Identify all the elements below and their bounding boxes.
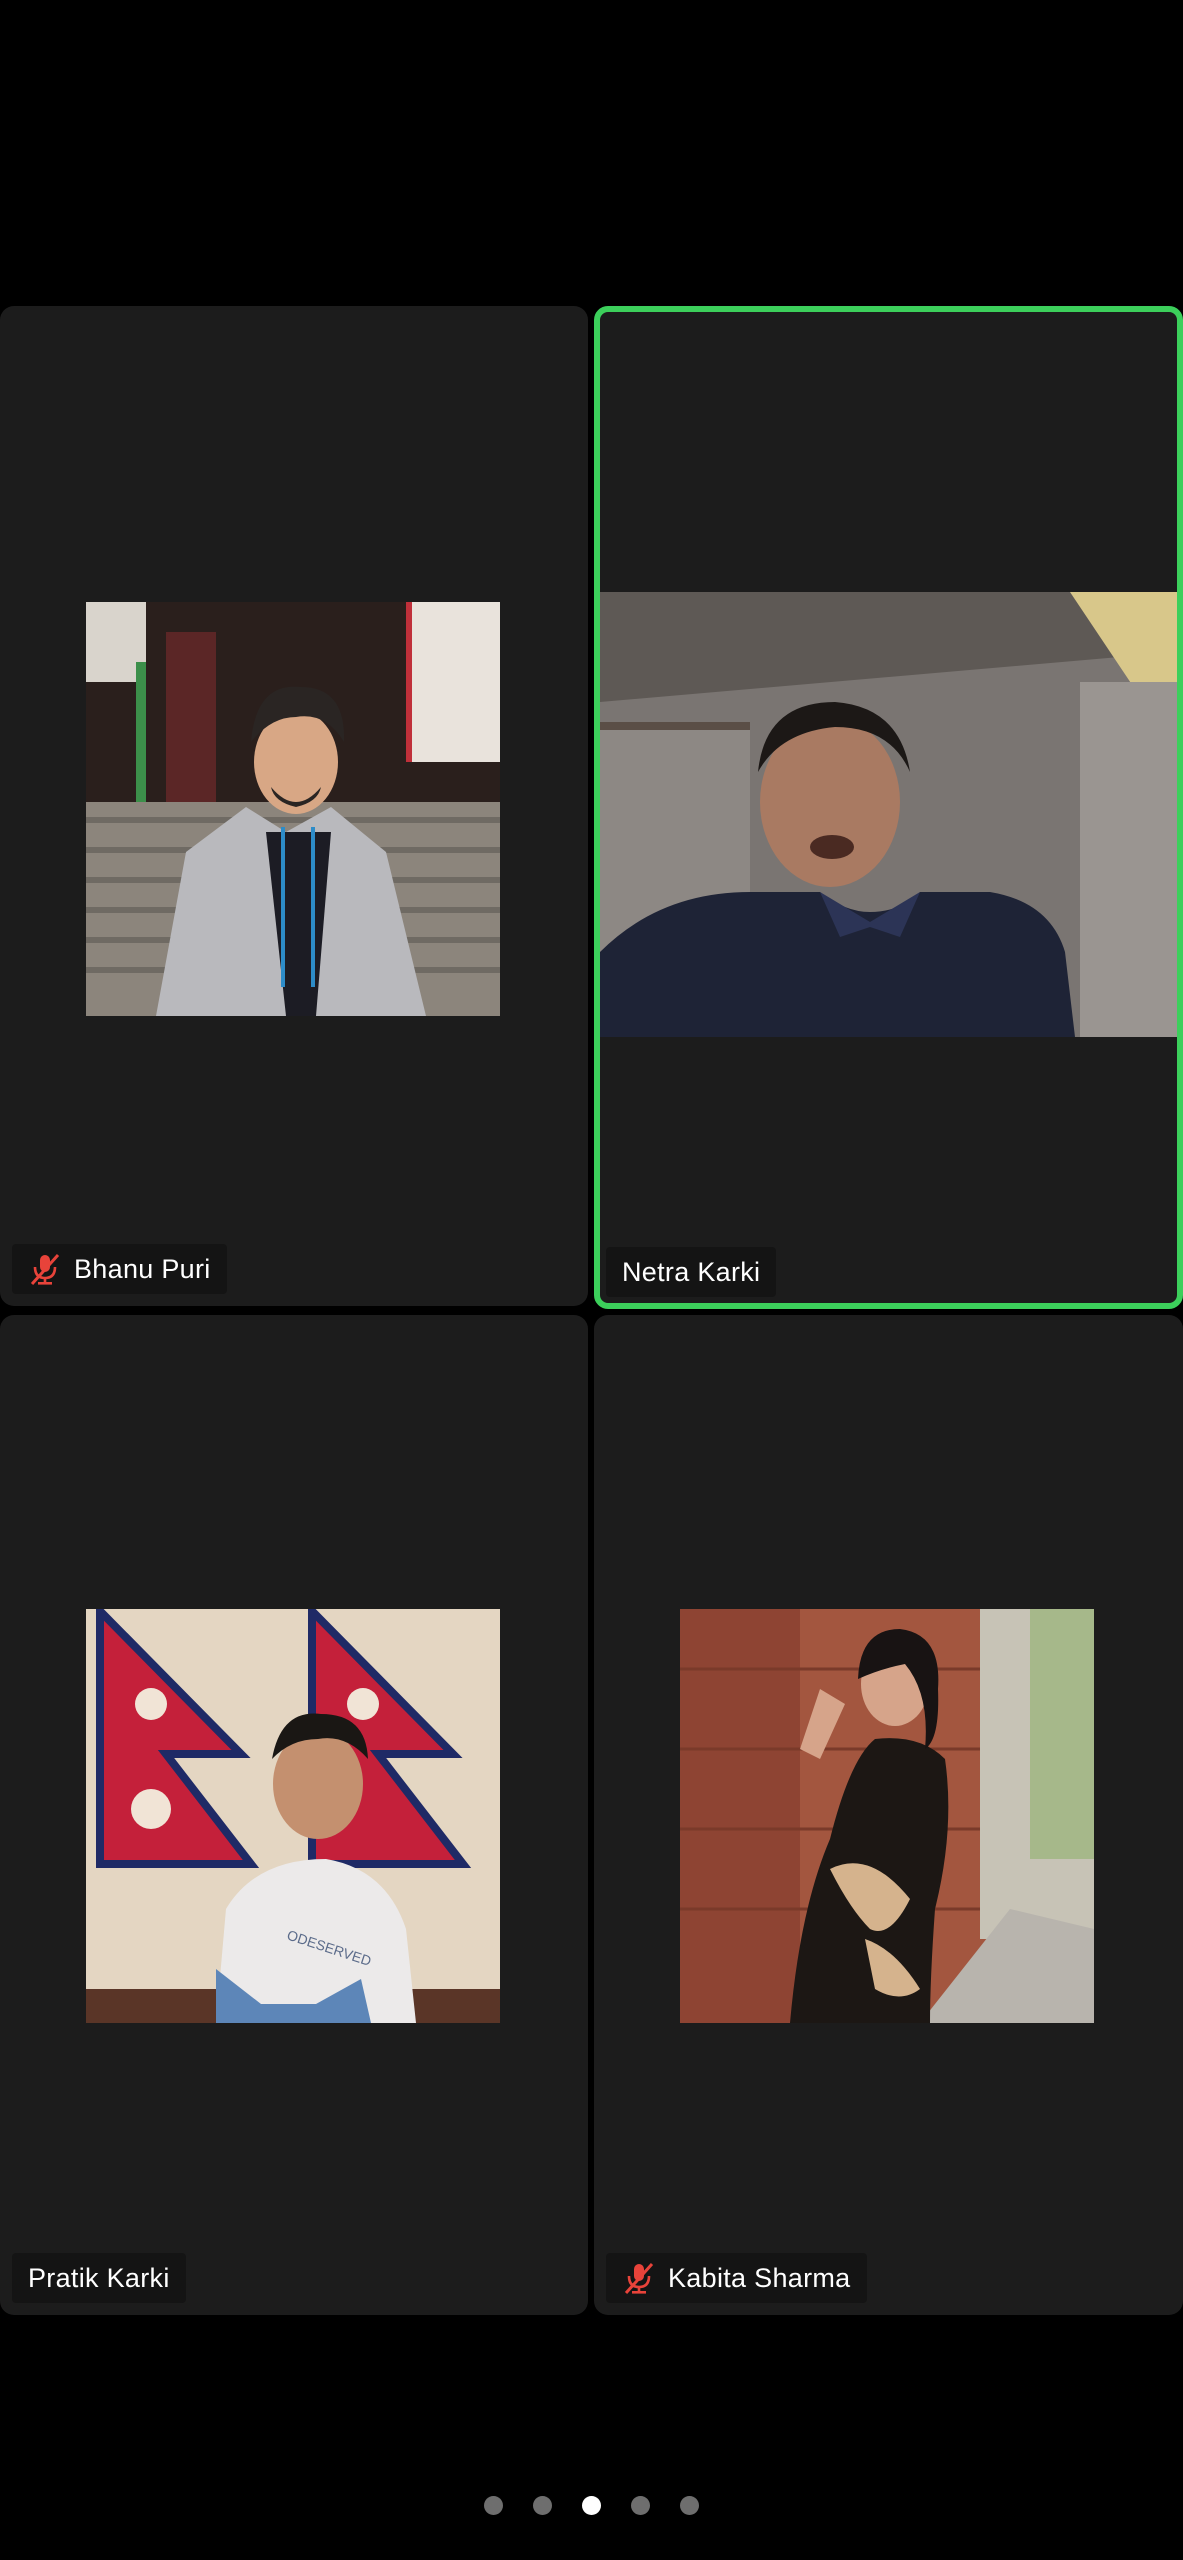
- participant-name-label: Netra Karki: [606, 1247, 777, 1297]
- page-dot-3-current[interactable]: [582, 2495, 601, 2515]
- video-call-screen: Bhanu Puri Netra Karki ODESERVED Pratik …: [0, 0, 1183, 2560]
- participant-tile-bhanu-puri[interactable]: Bhanu Puri: [0, 306, 588, 1306]
- participant-name: Bhanu Puri: [74, 1253, 211, 1284]
- participant-name-label: Pratik Karki: [12, 2253, 186, 2303]
- participant-avatar-photo: [86, 602, 500, 1016]
- participant-avatar-photo: ODESERVED: [86, 1609, 500, 2023]
- page-dot-2[interactable]: [533, 2495, 552, 2515]
- participant-tile-kabita-sharma[interactable]: Kabita Sharma: [594, 1315, 1183, 2315]
- participant-video-feed: [600, 592, 1177, 1037]
- participant-tile-netra-karki[interactable]: Netra Karki: [594, 306, 1183, 1309]
- participant-name: Pratik Karki: [28, 2262, 170, 2293]
- participant-name: Kabita Sharma: [668, 2262, 851, 2293]
- page-dot-5[interactable]: [680, 2495, 699, 2515]
- microphone-off-icon: [622, 2260, 658, 2296]
- microphone-off-icon: [28, 1251, 64, 1287]
- participant-name-label: Kabita Sharma: [606, 2253, 867, 2303]
- page-indicator[interactable]: [0, 2490, 1183, 2520]
- participant-name: Netra Karki: [622, 1256, 761, 1287]
- participant-tile-pratik-karki[interactable]: ODESERVED Pratik Karki: [0, 1315, 588, 2315]
- page-dot-4[interactable]: [631, 2495, 650, 2515]
- participant-avatar-photo: [680, 1609, 1094, 2023]
- participant-name-label: Bhanu Puri: [12, 1244, 227, 1294]
- page-dot-1[interactable]: [484, 2495, 503, 2515]
